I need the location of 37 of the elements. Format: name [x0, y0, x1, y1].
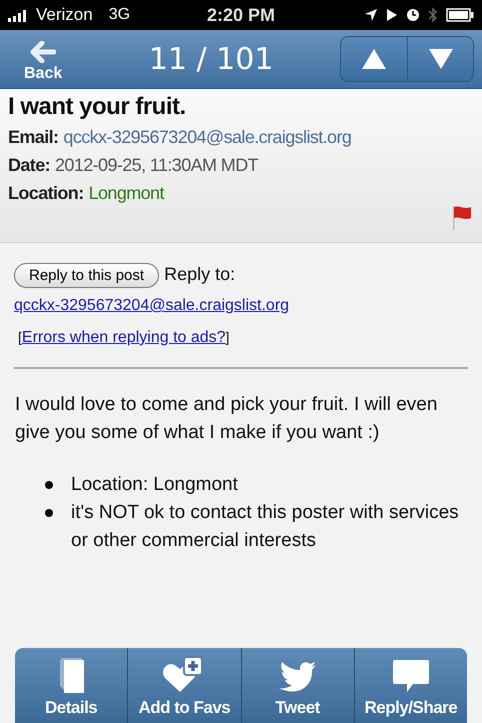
- bullet-icon: [45, 509, 53, 517]
- down-triangle-icon: [428, 48, 454, 70]
- bluetooth-icon: [428, 7, 438, 23]
- field-value: Longmont: [88, 183, 164, 204]
- bullet-text: Location: Longmont: [71, 473, 238, 497]
- location-arrow-icon: [364, 8, 378, 22]
- carrier-name: Verizon: [36, 5, 93, 25]
- errors-note: [Errors when replying to ads?]: [18, 329, 230, 345]
- toolbar-button[interactable]: Tweet: [240, 648, 354, 723]
- email-link[interactable]: qcckx-3295673204@sale.craigslist.org: [14, 297, 290, 314]
- flag-icon[interactable]: [450, 204, 472, 232]
- toolbar-button[interactable]: Reply/Share: [354, 648, 467, 723]
- clock-time: 2:20 PM: [206, 4, 276, 26]
- bullet-icon: [45, 481, 53, 489]
- reply-button[interactable]: Reply to this post: [14, 263, 160, 288]
- toolbar-button[interactable]: Add to Favs: [127, 648, 240, 723]
- post-title: I want your fruit.: [8, 93, 187, 121]
- up-triangle-icon: [361, 48, 387, 70]
- field-label: Location:: [8, 183, 84, 204]
- reply-to-label: Reply to:: [164, 264, 236, 284]
- post-body-text: I would love to come and pick your fruit. I will even give you some of what I make if you want :): [15, 393, 438, 445]
- back-button[interactable]: Back: [24, 41, 62, 83]
- field-value: 2012-09-25, 11:30AM MDT: [55, 155, 258, 176]
- network-type: 3G: [108, 6, 130, 24]
- bird-icon: [278, 660, 318, 694]
- speech-bubble-icon: [390, 658, 431, 694]
- battery-icon: [446, 8, 474, 22]
- play-icon: [386, 8, 398, 22]
- post-counter: 11 / 101: [148, 42, 274, 76]
- field-label: Email:: [8, 127, 58, 148]
- toolbar-button[interactable]: Details: [15, 648, 128, 723]
- clock-icon: [406, 8, 420, 22]
- bullet-text: it's NOT ok to contact this poster with services or other commercial interests: [71, 501, 460, 553]
- field-label: Date:: [8, 155, 50, 176]
- field-value[interactable]: qcckx-3295673204@sale.craigslist.org: [63, 127, 352, 148]
- back-arrow-icon: [30, 41, 56, 63]
- errors-link[interactable]: Errors when replying to ads?: [22, 329, 226, 346]
